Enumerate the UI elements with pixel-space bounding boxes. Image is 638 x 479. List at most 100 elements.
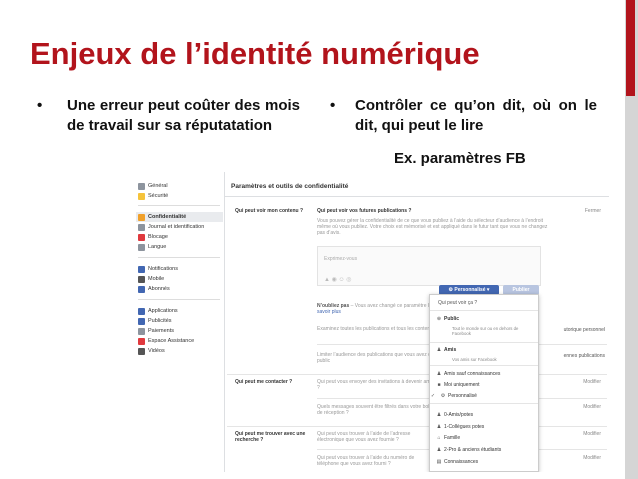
audience-dropdown-menu: Qui peut voir ça ? ⊕ Public Tout le monde… xyxy=(429,294,539,472)
option-list[interactable]: ⌂ Famille xyxy=(434,435,538,441)
nav-item-label: Notifications xyxy=(148,266,178,272)
bullet-2-text: Contrôler ce qu’on dit, où on le dit, qu… xyxy=(355,97,597,134)
nav-item[interactable]: Espace Assistance xyxy=(138,336,223,346)
modify-link[interactable]: Modifier xyxy=(583,455,601,461)
option-public[interactable]: ⊕ Public xyxy=(434,316,538,322)
future-posts-question: Qui peut voir vos futures publications ? xyxy=(317,208,412,214)
nav-divider xyxy=(138,299,220,300)
nav-item-label: Paiements xyxy=(148,328,174,334)
nav-item[interactable]: Journal et identification xyxy=(138,222,223,232)
nav-item[interactable]: Notifications xyxy=(138,264,223,274)
list-icon: ♟ xyxy=(436,447,442,453)
review-side-text[interactable]: utorique personnel xyxy=(564,327,605,333)
lifebuoy-icon xyxy=(138,337,145,345)
bullet-2: • Contrôler ce qu’on dit, où on le dit, … xyxy=(330,96,598,138)
option-friends-except-label: Amis sauf connaissances xyxy=(444,371,501,377)
option-only-me-label: Moi uniquement xyxy=(444,382,480,388)
nav-item-label: Général xyxy=(148,183,168,189)
apps-icon xyxy=(138,307,145,315)
settings-nav-group: Notifications Mobile Abonnés xyxy=(138,264,223,294)
friends-icon: ♟ xyxy=(436,347,442,353)
nav-item-label: Langue xyxy=(148,244,167,250)
option-list-label: 1-Collègues potes xyxy=(444,424,485,430)
dropdown-divider xyxy=(430,310,538,311)
section-label-search: Qui peut me trouver avec une recherche ? xyxy=(235,431,306,443)
privacy-settings-panel: Paramètres et outils de confidentialité … xyxy=(224,172,609,472)
option-list[interactable]: ♟ 0-Amis/potes xyxy=(434,412,538,418)
option-list-label: Famille xyxy=(444,435,461,441)
message-filter-question: Quels messages souvent être filtrés dans… xyxy=(317,404,434,416)
option-friends[interactable]: ♟ Amis xyxy=(434,347,538,353)
slide-title: Enjeux de l’identité numérique xyxy=(30,36,480,71)
option-custom[interactable]: ✓ ⚙ Personnalisé xyxy=(428,393,538,399)
mobile-icon xyxy=(138,275,145,283)
ads-icon xyxy=(138,317,145,325)
video-icon xyxy=(138,347,145,355)
facebook-settings-screenshot: Général Sécurité Confidentialité Journal e… xyxy=(133,172,610,472)
option-custom-label: Personnalisé xyxy=(448,393,477,399)
option-list[interactable]: ▤ Connaissances xyxy=(434,459,538,465)
nav-item[interactable]: Confidentialité xyxy=(136,212,223,222)
friend-requests-question: Qui peut vous envoyer des invitations à … xyxy=(317,379,435,391)
modify-link[interactable]: Modifier xyxy=(583,431,601,437)
modify-link[interactable]: Modifier xyxy=(583,404,601,410)
nav-item-label: Journal et identification xyxy=(148,224,205,230)
card-icon xyxy=(138,327,145,335)
nav-item[interactable]: Sécurité xyxy=(138,191,223,201)
option-list-label: 2-Pro & anciens étudiants xyxy=(444,447,502,453)
nav-item[interactable]: Langue xyxy=(138,242,223,252)
block-icon xyxy=(138,233,145,241)
checkmark-icon: ✓ xyxy=(430,393,436,399)
globe-icon xyxy=(138,265,145,273)
gear-icon xyxy=(138,182,145,190)
nav-item-label: Applications xyxy=(148,308,178,314)
list-icon: ▤ xyxy=(436,459,442,465)
option-friends-except[interactable]: ♟ Amis sauf connaissances xyxy=(434,371,538,377)
option-list[interactable]: ♟ 1-Collègues potes xyxy=(434,424,538,430)
option-only-me[interactable]: ■ Moi uniquement xyxy=(434,382,538,388)
nav-item[interactable]: Mobile xyxy=(138,274,223,284)
option-friends-label: Amis xyxy=(444,347,457,353)
option-public-description: Tout le monde sur ou en dehors de Facebo… xyxy=(452,326,519,336)
nav-item-label: Sécurité xyxy=(148,193,169,199)
nav-item[interactable]: Paiements xyxy=(138,326,223,336)
close-link[interactable]: Fermer xyxy=(585,208,601,214)
nav-item[interactable]: Applications xyxy=(138,306,223,316)
option-friends-description: Vos amis sur Facebook xyxy=(452,357,497,362)
post-composer[interactable]: Exprimez-vous ▲ ◉ ☺ ◎ xyxy=(317,246,541,286)
gear-icon: ⚙ xyxy=(440,393,446,399)
dropdown-header: Qui peut voir ça ? xyxy=(438,300,478,306)
option-public-label: Public xyxy=(444,316,460,322)
email-lookup-question: Qui peut vous trouver à l’aide de l’adre… xyxy=(317,431,411,443)
nav-item[interactable]: Vidéos xyxy=(138,346,223,356)
section-divider xyxy=(227,426,607,427)
lock-icon: ■ xyxy=(437,382,441,388)
nav-item[interactable]: Publicités xyxy=(138,316,223,326)
future-posts-description: Vous pouvez gérer la confidentialité de … xyxy=(317,218,548,236)
nav-item[interactable]: Général xyxy=(138,181,223,191)
dropdown-divider xyxy=(430,403,538,404)
globe-icon: ⊕ xyxy=(436,316,442,322)
nav-item[interactable]: Abonnés xyxy=(138,284,223,294)
nav-divider xyxy=(138,205,220,206)
friends-icon: ♟ xyxy=(436,371,442,377)
nav-item-label: Mobile xyxy=(148,276,165,282)
settings-nav-group: Applications Publicités Paiements Espace As… xyxy=(138,306,223,356)
nav-divider xyxy=(138,257,220,258)
composer-icons: ▲ ◉ ☺ ◎ xyxy=(324,277,352,283)
journal-icon xyxy=(138,223,145,231)
nav-item-label: Blocage xyxy=(148,234,168,240)
list-icon: ♟ xyxy=(436,424,442,430)
nav-item-label: Publicités xyxy=(148,318,172,324)
rss-icon xyxy=(138,285,145,293)
limit-side-text[interactable]: ennes publications xyxy=(564,353,605,359)
dropdown-divider xyxy=(430,365,538,366)
nav-item[interactable]: Blocage xyxy=(138,232,223,242)
composer-placeholder: Exprimez-vous xyxy=(324,256,358,262)
modify-link[interactable]: Modifier xyxy=(583,379,601,385)
slide-accent-bar xyxy=(626,0,635,96)
settings-nav-group: Confidentialité Journal et identification… xyxy=(136,212,223,252)
home-icon: ⌂ xyxy=(437,435,441,441)
lock-icon xyxy=(138,213,145,221)
option-list[interactable]: ♟ 2-Pro & anciens étudiants xyxy=(434,447,538,453)
